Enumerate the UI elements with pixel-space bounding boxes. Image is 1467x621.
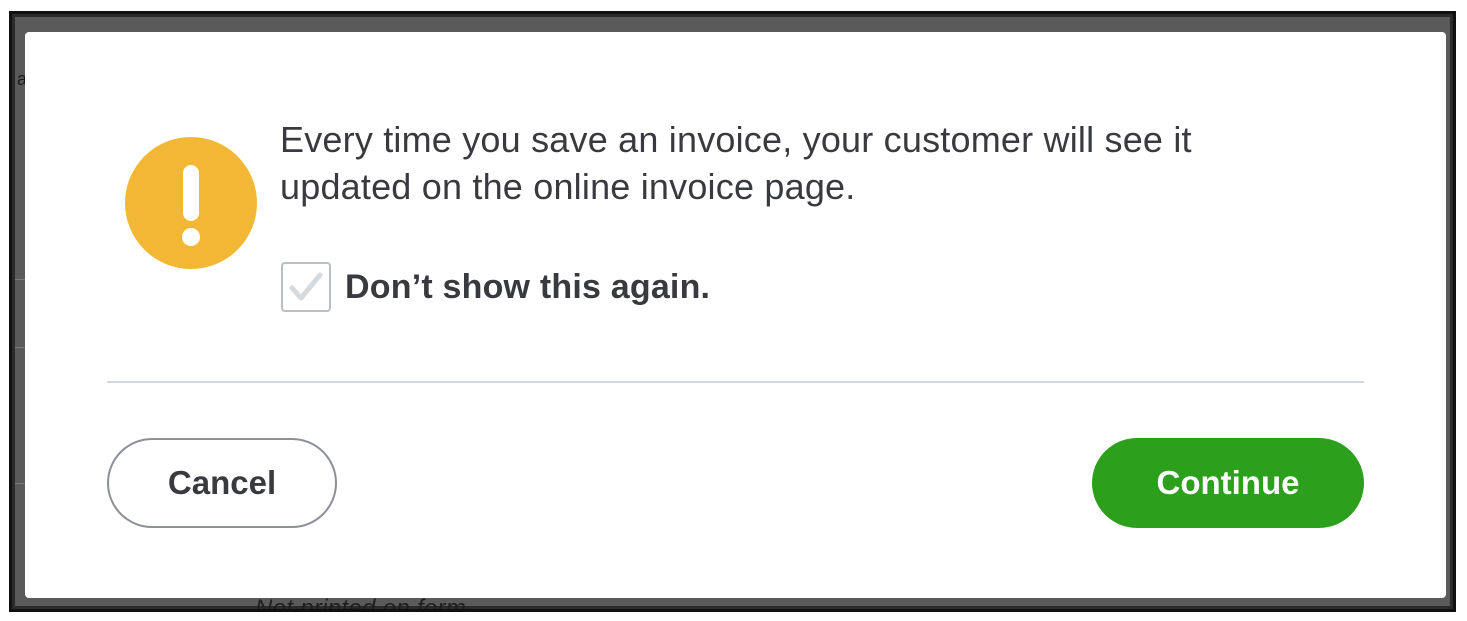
dont-show-again-checkbox[interactable]	[281, 262, 331, 312]
checkmark-icon	[289, 272, 323, 301]
invoice-save-dialog: Every time you save an invoice, your cus…	[25, 32, 1446, 598]
cancel-button[interactable]: Cancel	[107, 438, 337, 528]
dialog-divider	[107, 381, 1364, 383]
warning-exclamation-icon	[125, 137, 257, 269]
dont-show-again-label: Don’t show this again.	[345, 267, 711, 306]
screenshot-frame: a Not printed on form Every time you sav…	[9, 11, 1456, 612]
dont-show-again-option[interactable]: Don’t show this again.	[281, 262, 710, 312]
dialog-message: Every time you save an invoice, your cus…	[280, 119, 1192, 207]
continue-button[interactable]: Continue	[1092, 438, 1364, 528]
